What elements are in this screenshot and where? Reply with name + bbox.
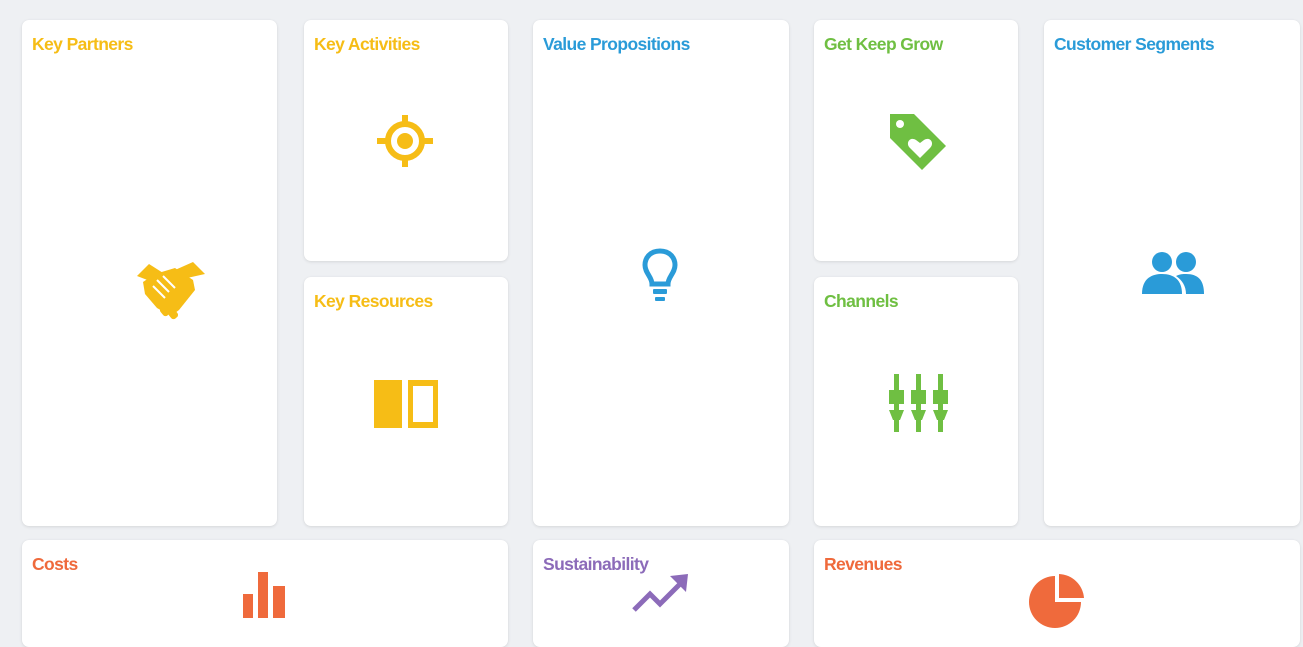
card-title: Customer Segments (1054, 34, 1215, 54)
card-title: Costs (32, 554, 78, 574)
faders-icon (889, 374, 948, 432)
card-title: Get Keep Grow (824, 34, 943, 54)
card-customer-segments[interactable]: Customer Segments (1044, 20, 1300, 526)
bar-chart-icon (243, 572, 285, 618)
users-icon (1142, 252, 1204, 294)
card-value-propositions[interactable]: Value Propositions (533, 20, 789, 526)
book-icon (374, 380, 438, 428)
card-key-partners[interactable]: Key Partners (22, 20, 277, 526)
trend-up-icon (632, 574, 688, 612)
card-title: Key Resources (314, 291, 433, 311)
card-title: Key Partners (32, 34, 133, 54)
card-revenues[interactable]: Revenues (814, 540, 1300, 647)
card-get-keep-grow[interactable]: Get Keep Grow (814, 20, 1018, 261)
card-key-activities[interactable]: Key Activities (304, 20, 508, 261)
pie-chart-icon (1029, 574, 1084, 628)
card-channels[interactable]: Channels (814, 277, 1018, 526)
card-title: Key Activities (314, 34, 420, 54)
lightbulb-icon (642, 248, 678, 301)
target-icon (377, 115, 433, 167)
card-sustainability[interactable]: Sustainability (533, 540, 789, 647)
card-title: Value Propositions (543, 34, 690, 54)
card-costs[interactable]: Costs (22, 540, 508, 647)
handshake-icon (137, 262, 205, 320)
card-title: Revenues (824, 554, 902, 574)
card-title: Channels (824, 291, 899, 311)
card-key-resources[interactable]: Key Resources (304, 277, 508, 526)
heart-tag-icon (890, 114, 946, 170)
